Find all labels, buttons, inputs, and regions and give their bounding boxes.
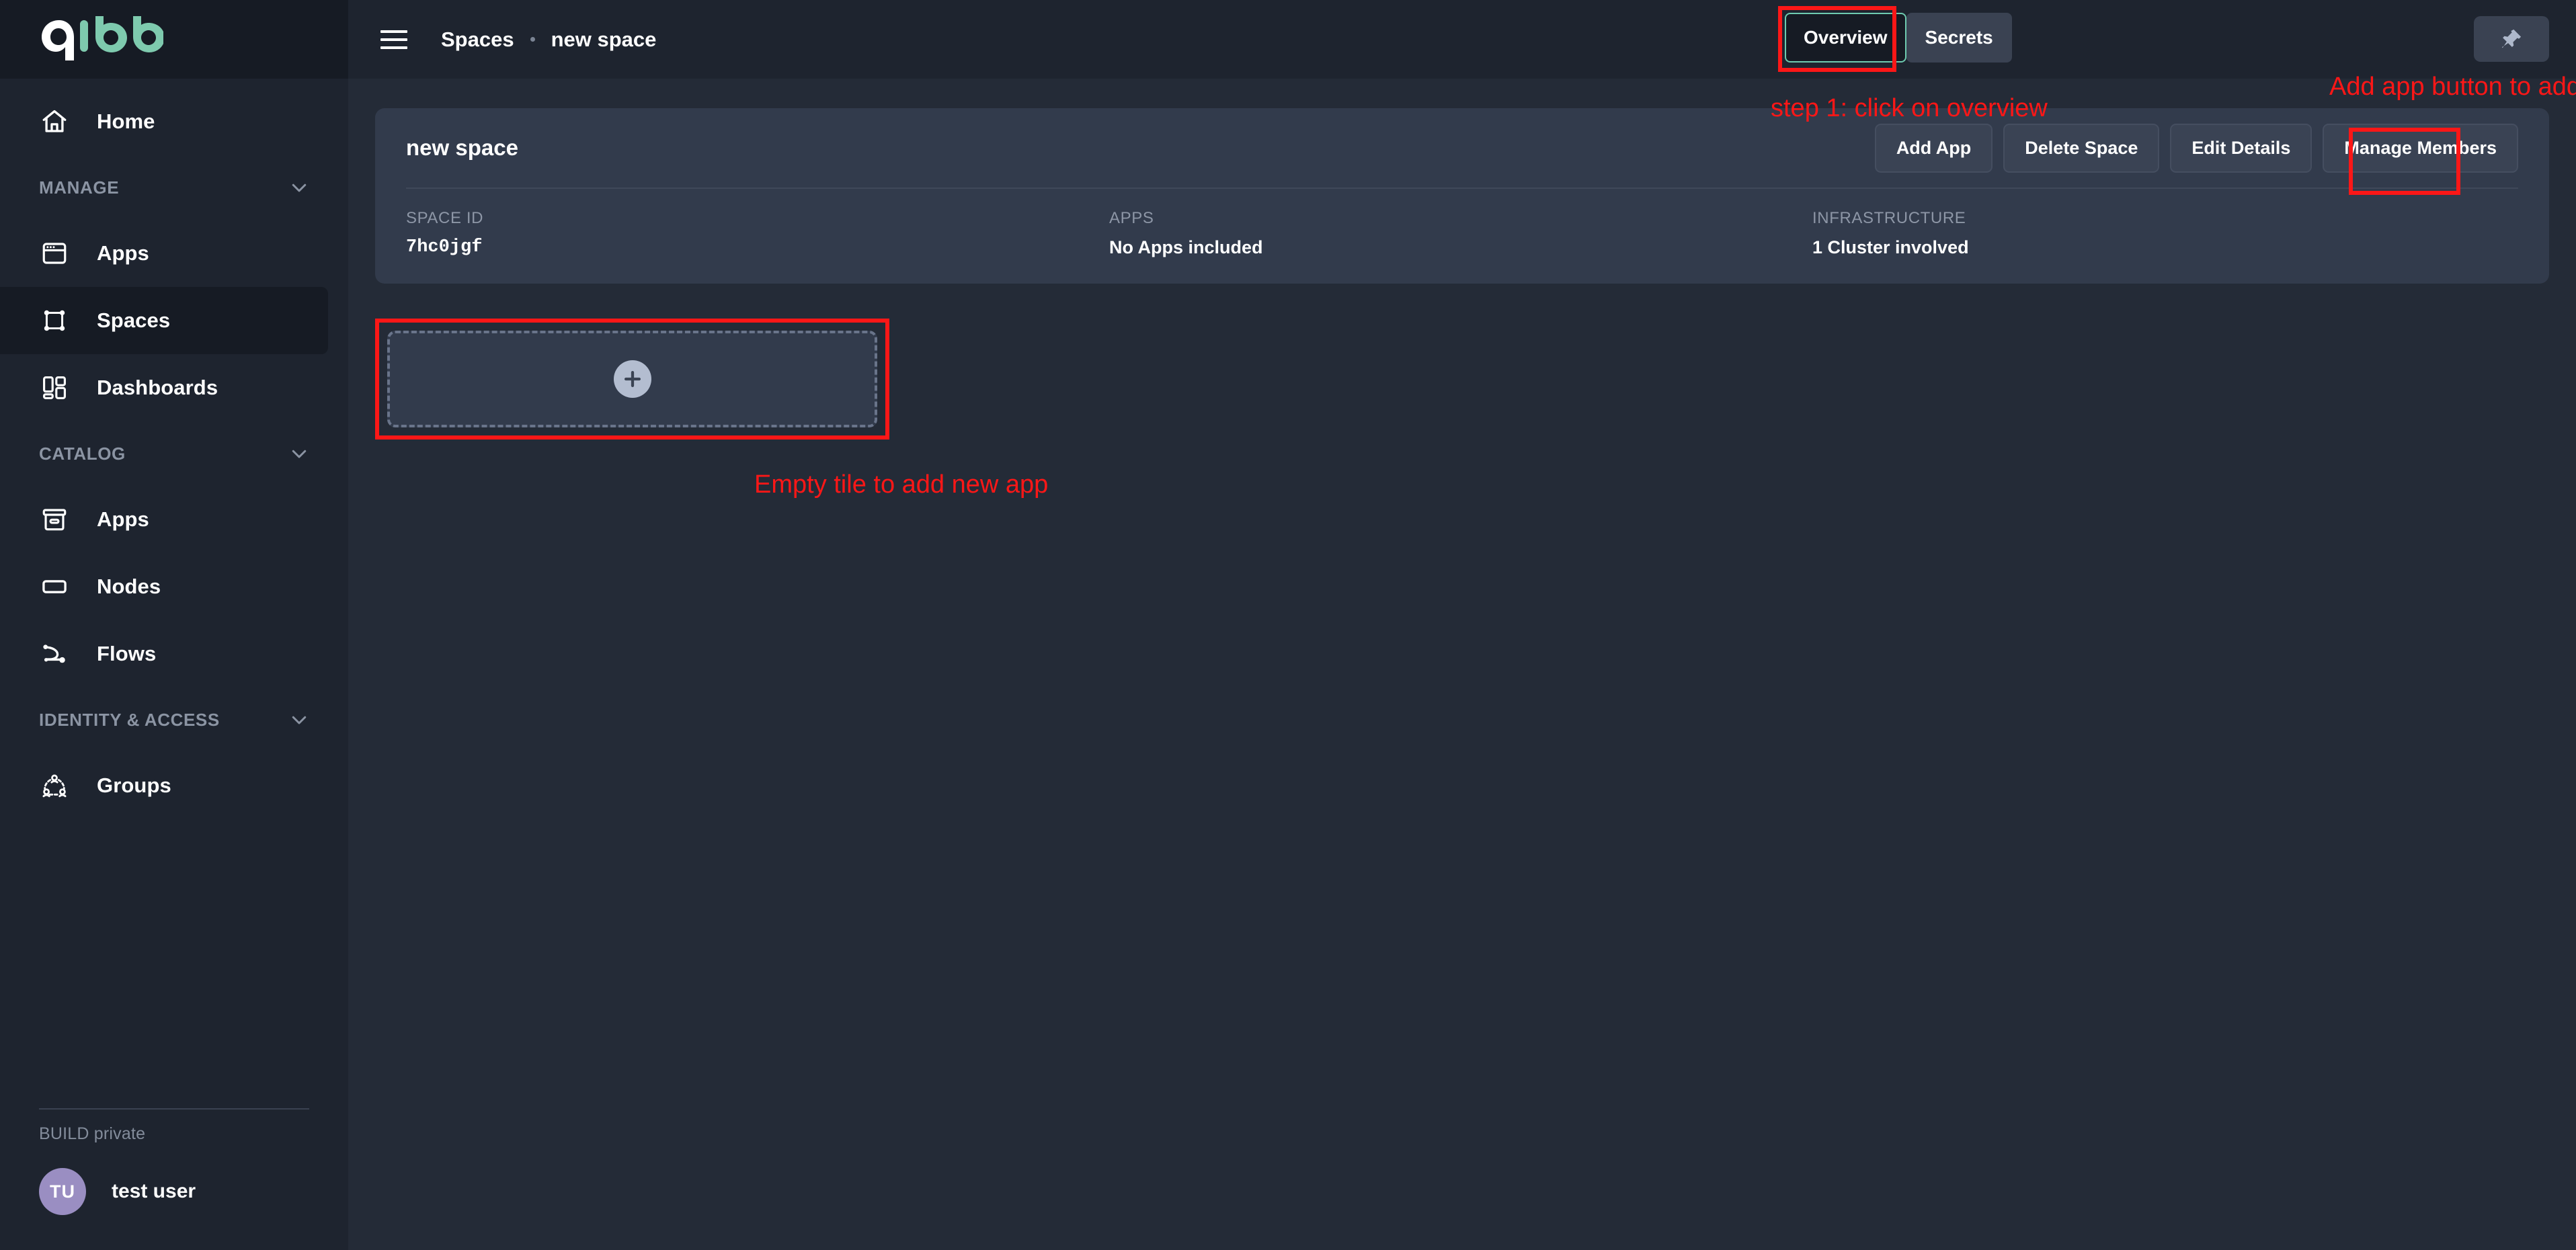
- sidebar-section-catalog[interactable]: CATALOG: [0, 421, 348, 486]
- delete-space-button[interactable]: Delete Space: [2003, 124, 2159, 173]
- space-meta-row: SPACE ID 7hc0jgf APPS No Apps included I…: [406, 189, 2518, 284]
- home-icon: [39, 106, 70, 137]
- main-area: Spaces new space Overview Secrets new sp…: [348, 0, 2576, 1250]
- sidebar-item-manage-apps[interactable]: Apps: [0, 220, 348, 287]
- plus-icon: [614, 360, 651, 398]
- card-action-buttons: Add App Delete Space Edit Details Manage…: [1875, 124, 2518, 173]
- annotation-text-step1: step 1: click on overview: [1771, 94, 2048, 123]
- content-area: new space Add App Delete Space Edit Deta…: [348, 79, 2576, 1250]
- sidebar-item-dashboards[interactable]: Dashboards: [0, 354, 348, 421]
- sidebar-item-label: Flows: [97, 642, 156, 666]
- sidebar-section-label: MANAGE: [39, 177, 119, 198]
- avatar: TU: [39, 1168, 86, 1215]
- spaces-frame-icon: [39, 305, 70, 336]
- sidebar-item-label: Apps: [97, 507, 149, 532]
- edit-details-button[interactable]: Edit Details: [2170, 124, 2312, 173]
- breadcrumb-separator-icon: [530, 37, 535, 42]
- annotation-text-add-app: Add app button to add new app: [2329, 73, 2576, 101]
- breadcrumb: Spaces new space: [441, 28, 656, 52]
- sidebar-footer: BUILD private TU test user: [0, 1108, 348, 1250]
- sidebar-item-catalog-apps[interactable]: Apps: [0, 486, 348, 553]
- annotation-text-empty-tile: Empty tile to add new app: [754, 470, 1048, 499]
- sidebar-item-flows[interactable]: Flows: [0, 620, 348, 688]
- build-label: BUILD private: [39, 1124, 309, 1144]
- sidebar-section-label: IDENTITY & ACCESS: [39, 710, 220, 731]
- app-root: Home MANAGE A: [0, 0, 2576, 1250]
- sidebar-item-groups[interactable]: Groups: [0, 752, 348, 819]
- tab-overview[interactable]: Overview: [1785, 13, 1906, 62]
- chevron-down-icon: [289, 710, 309, 730]
- hamburger-icon[interactable]: [380, 25, 410, 54]
- page-title: new space: [406, 135, 518, 161]
- add-app-button[interactable]: Add App: [1875, 124, 1993, 173]
- sidebar-section-manage[interactable]: MANAGE: [0, 155, 348, 220]
- sidebar-item-label: Groups: [97, 774, 171, 798]
- qibb-logo-icon: [39, 16, 163, 63]
- sidebar-nav: Home MANAGE A: [0, 79, 348, 1250]
- sidebar-item-home[interactable]: Home: [0, 88, 348, 155]
- manage-members-button[interactable]: Manage Members: [2323, 124, 2518, 173]
- footer-divider: [39, 1108, 309, 1110]
- sidebar-item-spaces[interactable]: Spaces: [0, 287, 328, 354]
- meta-value: 1 Cluster involved: [1812, 237, 2515, 258]
- topbar: Spaces new space Overview Secrets: [348, 0, 2576, 79]
- space-overview-card: new space Add App Delete Space Edit Deta…: [375, 108, 2549, 284]
- meta-label: APPS: [1109, 209, 1812, 228]
- pin-button[interactable]: [2474, 16, 2549, 62]
- sidebar: Home MANAGE A: [0, 0, 348, 1250]
- meta-value: No Apps included: [1109, 237, 1812, 258]
- flow-path-icon: [39, 638, 70, 669]
- window-apps-icon: [39, 238, 70, 269]
- sidebar-item-label: Nodes: [97, 575, 161, 599]
- meta-label: SPACE ID: [406, 209, 1109, 228]
- sidebar-section-label: CATALOG: [39, 444, 126, 464]
- user-name: test user: [112, 1180, 196, 1203]
- tab-secrets[interactable]: Secrets: [1906, 13, 2012, 62]
- tab-bar: Overview Secrets: [1785, 13, 2012, 62]
- meta-apps: APPS No Apps included: [1109, 209, 1812, 258]
- archive-box-icon: [39, 504, 70, 535]
- sidebar-item-label: Apps: [97, 241, 149, 265]
- sidebar-item-nodes[interactable]: Nodes: [0, 553, 348, 620]
- brand-logo[interactable]: [0, 0, 348, 79]
- sidebar-item-label: Spaces: [97, 308, 170, 333]
- chevron-down-icon: [289, 177, 309, 198]
- chevron-down-icon: [289, 444, 309, 464]
- groups-people-icon: [39, 770, 70, 801]
- meta-value: 7hc0jgf: [406, 237, 1109, 257]
- pushpin-icon: [2499, 27, 2524, 51]
- dashboards-layout-icon: [39, 372, 70, 403]
- sidebar-item-label: Dashboards: [97, 376, 218, 400]
- breadcrumb-item-current[interactable]: new space: [551, 28, 657, 52]
- meta-infrastructure: INFRASTRUCTURE 1 Cluster involved: [1812, 209, 2515, 258]
- user-profile[interactable]: TU test user: [39, 1168, 309, 1215]
- meta-space-id: SPACE ID 7hc0jgf: [406, 209, 1109, 258]
- card-header: new space Add App Delete Space Edit Deta…: [406, 108, 2518, 188]
- meta-label: INFRASTRUCTURE: [1812, 209, 2515, 228]
- sidebar-item-label: Home: [97, 110, 155, 134]
- breadcrumb-item-spaces[interactable]: Spaces: [441, 28, 514, 52]
- rectangle-node-icon: [39, 571, 70, 602]
- sidebar-section-identity-access[interactable]: IDENTITY & ACCESS: [0, 688, 348, 752]
- add-app-tile[interactable]: [387, 331, 877, 427]
